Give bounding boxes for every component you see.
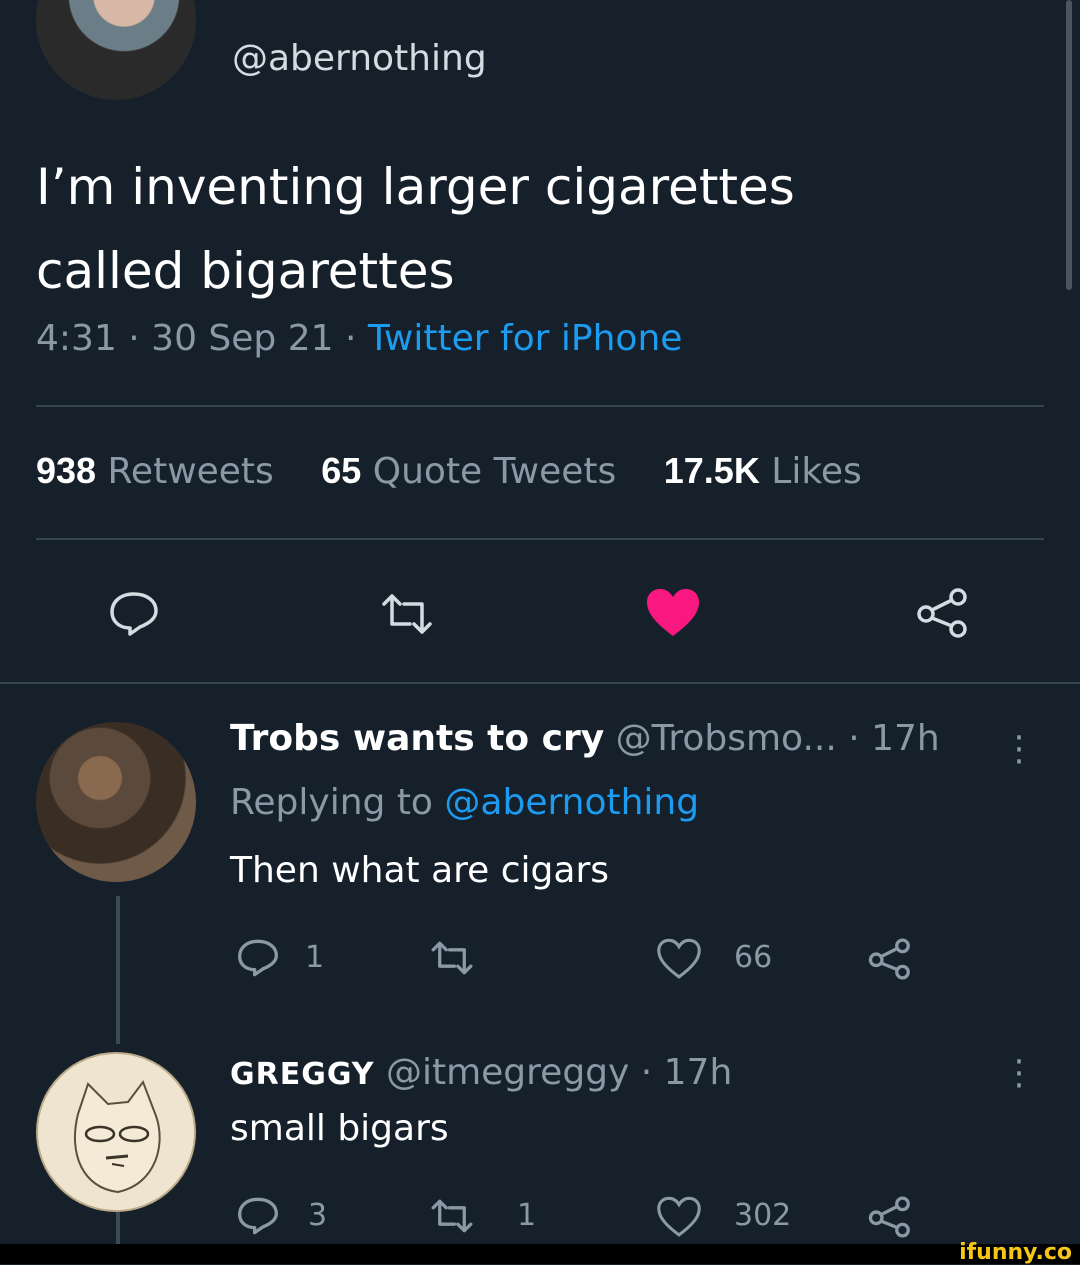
replying-to: Replying to @abernothing (230, 782, 699, 823)
handle-time: @Trobsmo... · 17h (604, 718, 940, 759)
retweets-stat[interactable]: 938 Retweets (36, 450, 274, 492)
like-icon[interactable] (656, 1196, 702, 1238)
share-icon[interactable] (868, 1196, 914, 1238)
more-options-icon[interactable]: · · · (1012, 1045, 1026, 1103)
retweets-count: 938 (36, 450, 97, 491)
tweet-text-line: called bigarettes (36, 242, 455, 300)
retweet-icon[interactable] (428, 940, 476, 976)
likes-count: 17.5K (663, 450, 760, 491)
retweet-icon[interactable] (378, 592, 436, 636)
avatar[interactable] (36, 0, 196, 100)
handle-time: @itmegreggy · 17h (374, 1052, 733, 1093)
more-options-icon[interactable]: · · · (1012, 721, 1026, 779)
likes-stat[interactable]: 17.5K Likes (663, 450, 862, 492)
reply-text: small bigars (230, 1108, 449, 1149)
footer-bar (0, 1244, 1080, 1264)
like-icon[interactable] (656, 938, 702, 980)
retweets-label: Retweets (107, 451, 274, 492)
divider (36, 538, 1044, 540)
likes-label: Likes (771, 451, 862, 492)
reply-icon[interactable] (236, 1196, 280, 1236)
retweet-count: 1 (517, 1198, 537, 1233)
avatar[interactable] (36, 1052, 196, 1212)
like-count: 302 (734, 1198, 792, 1233)
author-handle[interactable]: @abernothing (232, 38, 487, 79)
display-name[interactable]: Trobs wants to cry (230, 718, 604, 759)
share-icon[interactable] (868, 938, 914, 980)
watermark-logo: ifunny.co (959, 1240, 1072, 1265)
reply-header: GREGGY @itmegreggy · 17h (230, 1052, 732, 1093)
like-icon-filled[interactable] (644, 586, 702, 640)
replying-handle[interactable]: @abernothing (444, 782, 699, 823)
quotes-label: Quote Tweets (372, 451, 617, 492)
reply-text: Then what are cigars (230, 850, 610, 891)
reply-count: 3 (308, 1198, 328, 1233)
avatar[interactable] (36, 722, 196, 882)
reply-count: 1 (305, 940, 325, 975)
thread-line (116, 1212, 120, 1244)
tweet-timestamp: 4:31 · 30 Sep 21 · (36, 318, 368, 359)
reply-header: Trobs wants to cry @Trobsmo... · 17h (230, 718, 940, 759)
divider (0, 682, 1080, 684)
tweet-text-line: I’m inventing larger cigarettes (36, 158, 795, 216)
divider (36, 405, 1044, 407)
display-name[interactable]: GREGGY (230, 1057, 375, 1092)
replying-prefix: Replying to (230, 782, 445, 823)
thread-line (116, 896, 120, 1044)
quotes-count: 65 (321, 450, 362, 491)
retweet-icon[interactable] (428, 1198, 476, 1234)
quote-tweets-stat[interactable]: 65 Quote Tweets (321, 450, 617, 492)
tweet-meta: 4:31 · 30 Sep 21 · Twitter for iPhone (36, 318, 682, 359)
tweet-source-link[interactable]: Twitter for iPhone (368, 318, 683, 359)
reply-icon[interactable] (108, 590, 160, 638)
tweet-text: I’m inventing larger cigarettes called b… (36, 145, 1036, 313)
like-count: 66 (734, 940, 773, 975)
share-icon[interactable] (916, 588, 972, 638)
reply-icon[interactable] (236, 938, 280, 978)
tweet-stats: 938 Retweets 65 Quote Tweets 17.5K Likes (36, 450, 898, 492)
scrollbar[interactable] (1066, 0, 1072, 290)
cartoon-face-icon (73, 1079, 161, 1194)
